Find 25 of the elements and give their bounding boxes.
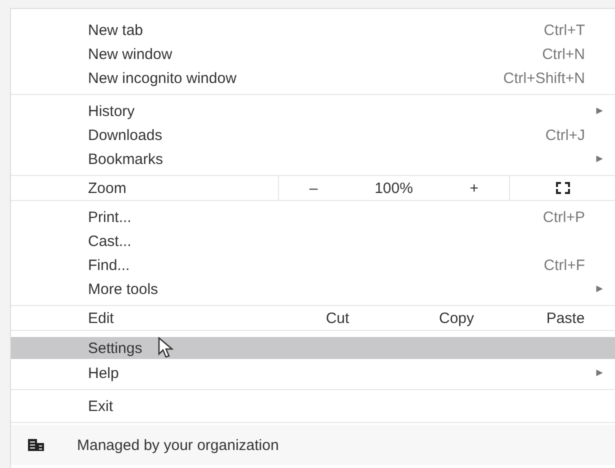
menu-item[interactable]: Help ► bbox=[11, 361, 615, 385]
edit-label: Edit bbox=[87, 310, 115, 326]
zoom-in-button[interactable]: + bbox=[466, 180, 483, 196]
menu-item[interactable]: Cast... bbox=[11, 229, 615, 253]
zoom-out-button[interactable]: – bbox=[305, 180, 322, 196]
menu-item[interactable]: New incognito window Ctrl+Shift+N bbox=[11, 66, 615, 90]
menu-item[interactable]: Print... Ctrl+P bbox=[11, 205, 615, 229]
menu-item[interactable]: Exit bbox=[11, 394, 615, 418]
mouse-pointer-icon bbox=[156, 337, 176, 359]
managed-notice[interactable]: Managed by your organization bbox=[11, 425, 615, 465]
fullscreen-icon[interactable] bbox=[556, 182, 570, 194]
zoom-label: Zoom bbox=[87, 180, 128, 196]
building-icon bbox=[28, 439, 44, 451]
zoom-level: 100% bbox=[374, 180, 413, 196]
menu-item[interactable]: History ► bbox=[11, 99, 615, 123]
edit-action-button[interactable]: Cut bbox=[278, 306, 397, 330]
edit-action-button[interactable]: Paste bbox=[516, 306, 615, 330]
menu-item[interactable]: Downloads Ctrl+J bbox=[11, 123, 615, 147]
menu-item[interactable]: New tab Ctrl+T bbox=[11, 18, 615, 42]
menu-item[interactable]: New window Ctrl+N bbox=[11, 42, 615, 66]
edit-action-button[interactable]: Copy bbox=[397, 306, 516, 330]
menu-item[interactable]: Bookmarks ► bbox=[11, 147, 615, 171]
menu-item[interactable]: Settings bbox=[11, 337, 615, 359]
menu-item[interactable]: Find... Ctrl+F bbox=[11, 253, 615, 277]
menu-item[interactable]: More tools ► bbox=[11, 277, 615, 301]
